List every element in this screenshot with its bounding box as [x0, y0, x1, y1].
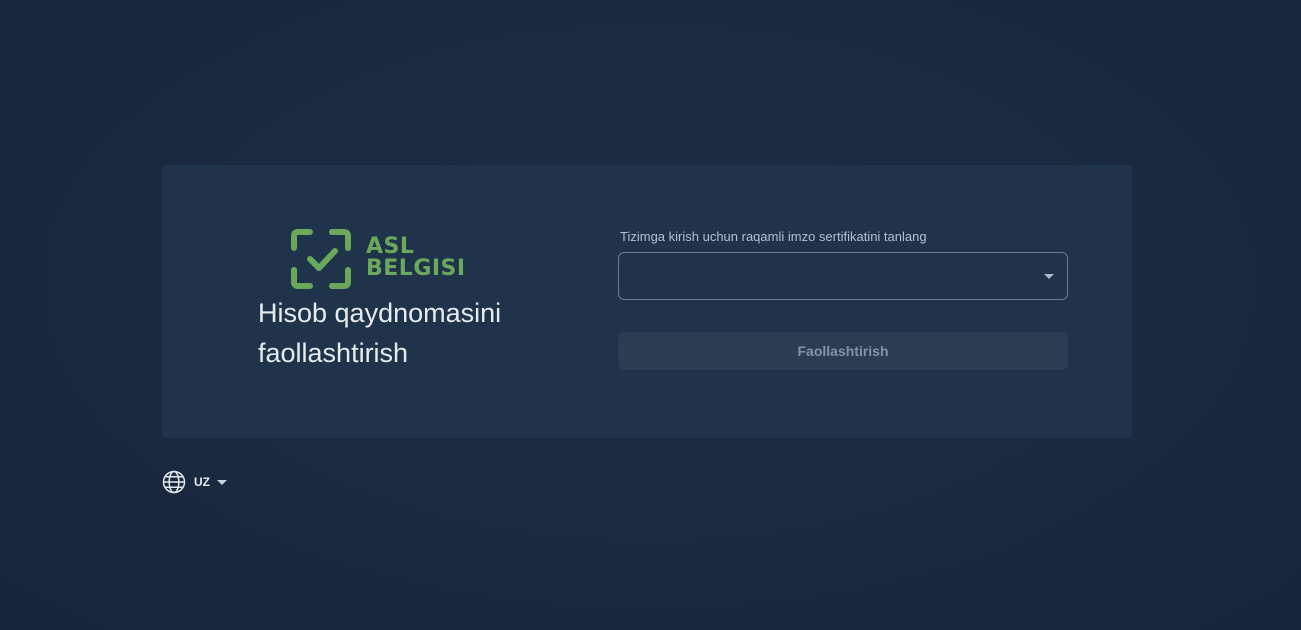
asl-belgisi-logo: ASL BELGISI: [290, 228, 465, 294]
activation-form: Tizimga kirish uchun raqamli imzo sertif…: [618, 229, 1068, 370]
logo-line-1: ASL: [366, 234, 415, 259]
chevron-down-icon: [1044, 274, 1054, 279]
activation-card: ASL BELGISI Hisob qaydnomasini faollasht…: [162, 165, 1132, 438]
logo-line-2: BELGISI: [366, 256, 466, 281]
language-code: UZ: [194, 475, 210, 489]
language-selector[interactable]: UZ: [162, 470, 227, 494]
globe-icon: [162, 470, 186, 494]
logo-wordmark: ASL BELGISI: [366, 236, 466, 280]
certificate-select-label: Tizimga kirish uchun raqamli imzo sertif…: [620, 229, 927, 244]
certificate-select[interactable]: [618, 252, 1068, 300]
scan-check-icon: [291, 229, 351, 289]
page-title: Hisob qaydnomasini faollashtirish: [258, 298, 502, 368]
activate-button[interactable]: Faollashtirish: [618, 332, 1068, 370]
chevron-down-icon: [217, 479, 227, 485]
